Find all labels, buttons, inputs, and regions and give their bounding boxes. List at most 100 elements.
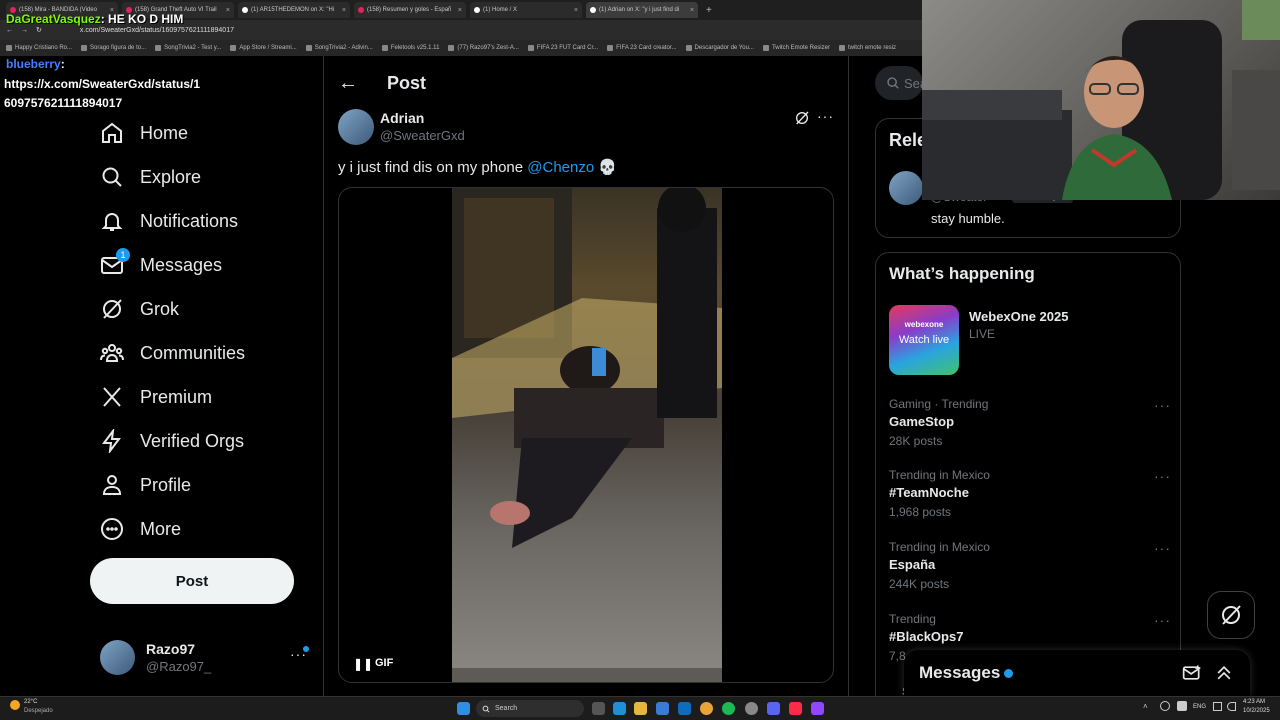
browser-tab[interactable]: (1) Home / X × <box>470 2 582 18</box>
language-indicator[interactable]: ENG <box>1193 704 1206 710</box>
sidebar-item-grok[interactable]: Grok <box>100 297 179 321</box>
sidebar-item-profile[interactable]: Profile <box>100 473 191 497</box>
sidebar-item-home[interactable]: Home <box>100 121 188 145</box>
more-horizontal-icon[interactable]: ··· <box>1154 468 1171 484</box>
bookmark[interactable]: FIFA 23 FUT Card Cr... <box>527 45 598 51</box>
post-button[interactable]: Post <box>90 558 294 604</box>
bookmark-favicon-icon <box>607 45 614 51</box>
more-horizontal-icon[interactable]: ··· <box>817 108 834 124</box>
sidebar-item-messages[interactable]: 1 Messages <box>100 248 222 277</box>
author-name[interactable]: Adrian <box>380 110 424 126</box>
pause-icon[interactable]: ❚❚ <box>353 657 373 671</box>
taskbar-search[interactable]: Search <box>476 700 584 717</box>
close-tab-icon[interactable]: × <box>458 7 462 14</box>
chevron-up-icon[interactable]: ˄ <box>1143 702 1148 711</box>
trend-item[interactable]: Trending in Mexico #TeamNoche 1,968 post… <box>889 468 1179 519</box>
event-status: LIVE <box>969 327 996 341</box>
volume-icon[interactable] <box>1227 702 1236 711</box>
grok-icon <box>1222 605 1241 625</box>
x-logo-icon <box>590 7 596 13</box>
sidebar-item-more[interactable]: More <box>100 517 181 541</box>
back-icon[interactable]: ← <box>6 27 13 34</box>
grok-icon[interactable] <box>794 110 810 126</box>
expand-up-icon[interactable] <box>1214 663 1234 683</box>
watch-live-label: Watch live <box>898 334 950 346</box>
event-name[interactable]: WebexOne 2025 <box>969 309 1068 324</box>
skull-emoji: 💀 <box>598 159 618 176</box>
twitch-icon[interactable] <box>811 702 824 715</box>
mail-app-icon[interactable] <box>678 702 691 715</box>
author-handle[interactable]: @SweaterGxd <box>380 128 465 143</box>
browser-tab[interactable]: (158) Resumen y goles - Españ × <box>354 2 466 18</box>
music-icon[interactable] <box>789 702 802 715</box>
bookmark[interactable]: Twitch Emote Resizer <box>762 45 830 51</box>
more-horizontal-icon[interactable]: ··· <box>1154 397 1171 413</box>
new-tab-icon[interactable]: + <box>706 5 712 16</box>
relevant-avatar[interactable] <box>889 171 923 205</box>
more-circle-icon <box>101 518 123 540</box>
wifi-icon[interactable] <box>1213 702 1222 711</box>
edge-icon[interactable] <box>613 702 626 715</box>
sidebar-item-communities[interactable]: Communities <box>100 341 245 365</box>
grok-fab[interactable] <box>1207 591 1255 639</box>
task-view-icon[interactable] <box>592 702 605 715</box>
search-input[interactable]: Sea <box>875 66 923 100</box>
app-tray-icon[interactable] <box>1177 701 1187 711</box>
webcam-overlay <box>922 0 1280 200</box>
account-switcher[interactable]: Razo97 @Razo97_ ··· <box>100 640 314 676</box>
bookmark[interactable]: Feletools v25.1.11 <box>381 45 439 51</box>
bookmark[interactable]: (77) Razo97's Zest-A... <box>448 45 519 51</box>
file-explorer-icon[interactable] <box>634 702 647 715</box>
sidebar-item-notifications[interactable]: Notifications <box>100 209 238 233</box>
post-media[interactable]: ❚❚ GIF <box>338 187 834 683</box>
more-horizontal-icon[interactable]: ··· <box>1154 540 1171 556</box>
bookmark[interactable]: twitch emote resiz <box>838 45 896 51</box>
author-avatar[interactable] <box>338 109 374 145</box>
bell-icon <box>101 213 123 231</box>
bookmark-favicon-icon <box>155 45 162 51</box>
compose-message-icon[interactable] <box>1182 663 1202 683</box>
reload-icon[interactable]: ↻ <box>36 26 42 34</box>
close-tab-icon[interactable]: × <box>690 7 694 14</box>
bookmark[interactable]: App Store / Streami... <box>230 45 297 51</box>
url-field[interactable]: x.com/SweaterGxd/status/1609757621111894… <box>80 27 234 34</box>
close-tab-icon[interactable]: × <box>574 7 578 14</box>
chrome-icon[interactable] <box>700 702 713 715</box>
close-tab-icon[interactable]: × <box>226 7 230 14</box>
event-thumbnail[interactable]: webexone Watch live <box>889 305 959 375</box>
bookmark[interactable]: SongTrivia2 - Adivin... <box>305 45 373 51</box>
store-icon[interactable] <box>656 702 669 715</box>
messages-drawer[interactable]: Messages <box>904 650 1250 696</box>
bookmark[interactable]: FIFA 23 Card creator... <box>607 45 677 51</box>
bookmark[interactable]: Happy Cristiano Ro... <box>6 45 72 51</box>
sidebar-item-verified-orgs[interactable]: Verified Orgs <box>100 429 244 453</box>
close-tab-icon[interactable]: × <box>342 7 346 14</box>
back-arrow-icon[interactable]: ← <box>338 72 358 95</box>
more-horizontal-icon[interactable]: ··· <box>1154 612 1171 628</box>
account-handle: @Razo97_ <box>146 659 212 674</box>
bookmark[interactable]: SongTrivia2 - Test y... <box>155 45 221 51</box>
relevant-bio: stay humble. <box>931 211 1005 226</box>
unread-dot <box>303 646 309 652</box>
mention-link[interactable]: @Chenzo <box>527 159 594 176</box>
clock-date[interactable]: 10/2/2025 <box>1243 708 1270 714</box>
browser-tab-active[interactable]: (1) Adrian on X: "y i just find di × <box>586 2 698 18</box>
clock-time[interactable]: 4:23 AM <box>1243 699 1265 705</box>
windows-start-icon[interactable] <box>457 702 470 715</box>
obs-icon[interactable] <box>745 702 758 715</box>
network-icon[interactable] <box>1160 701 1170 711</box>
weather-temp[interactable]: 22°C <box>24 699 37 705</box>
bookmark-favicon-icon <box>6 45 12 51</box>
bookmark-favicon-icon <box>230 45 237 51</box>
sidebar-item-premium[interactable]: Premium <box>100 385 212 409</box>
trend-item[interactable]: Gaming · Trending GameStop 28K posts ··· <box>889 397 1179 448</box>
youtube-icon <box>358 7 364 13</box>
trend-item[interactable]: Trending in Mexico España 244K posts ··· <box>889 540 1179 591</box>
browser-tab[interactable]: (1) AR15THEDEMON on X: "Hi × <box>238 2 350 18</box>
discord-icon[interactable] <box>767 702 780 715</box>
sidebar-item-explore[interactable]: Explore <box>100 165 201 189</box>
bookmark[interactable]: Sorago figura de to... <box>81 45 146 51</box>
forward-icon[interactable]: → <box>21 27 28 34</box>
spotify-icon[interactable] <box>722 702 735 715</box>
bookmark[interactable]: Descargador de You... <box>685 45 754 51</box>
